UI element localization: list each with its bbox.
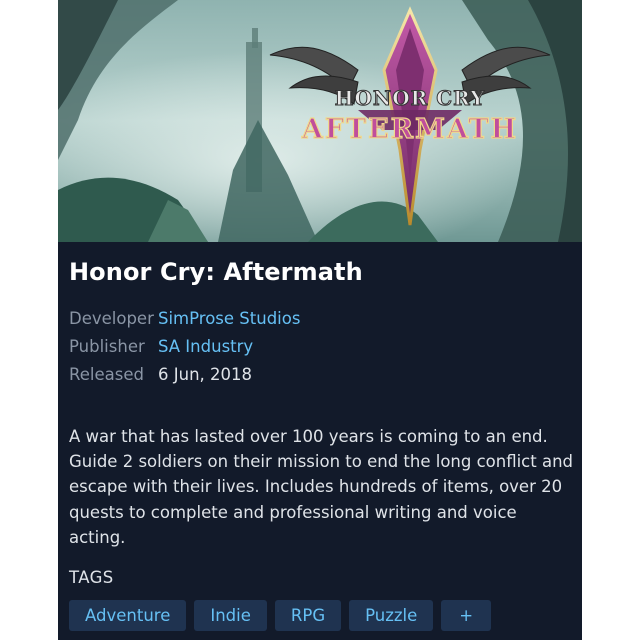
- tag-adventure[interactable]: Adventure: [69, 600, 187, 631]
- game-title: Honor Cry: Aftermath: [69, 258, 363, 286]
- more-tags-button[interactable]: +: [441, 600, 492, 631]
- game-artwork: HONOR CRY AFTERMATH: [58, 0, 582, 242]
- release-date: 6 Jun, 2018: [158, 365, 253, 384]
- tag-indie[interactable]: Indie: [194, 600, 267, 631]
- game-details: Developer SimProse Studios Publisher SA …: [69, 305, 300, 389]
- publisher-label: Publisher: [69, 337, 145, 356]
- tag-rpg[interactable]: RPG: [274, 600, 342, 631]
- game-capsule-image[interactable]: HONOR CRY AFTERMATH: [58, 0, 582, 242]
- developer-link[interactable]: SimProse Studios: [158, 305, 300, 333]
- tags-heading: TAGS: [69, 568, 114, 587]
- logo-title-bottom: AFTERMATH: [301, 114, 518, 145]
- released-label: Released: [69, 365, 144, 384]
- game-card: HONOR CRY AFTERMATH Honor Cry: Aftermath…: [58, 0, 582, 640]
- release-row: Released 6 Jun, 2018: [69, 361, 300, 389]
- publisher-row: Publisher SA Industry: [69, 333, 300, 361]
- tag-list: Adventure Indie RPG Puzzle +: [69, 600, 499, 631]
- developer-row: Developer SimProse Studios: [69, 305, 300, 333]
- developer-label: Developer: [69, 309, 154, 328]
- game-description: A war that has lasted over 100 years is …: [69, 427, 574, 547]
- logo-title-top: HONOR CRY: [335, 86, 486, 110]
- tag-puzzle[interactable]: Puzzle: [349, 600, 434, 631]
- publisher-link[interactable]: SA Industry: [158, 333, 253, 361]
